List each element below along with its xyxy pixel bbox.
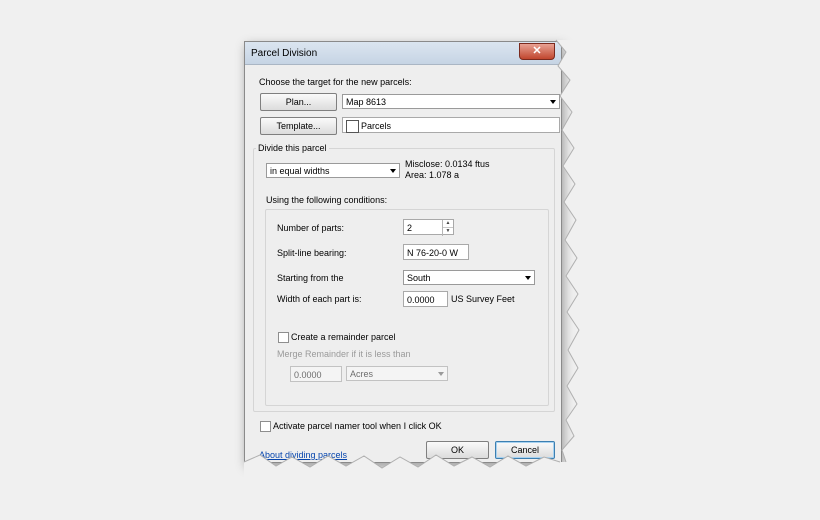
torn-edge-overlay [243, 39, 820, 520]
